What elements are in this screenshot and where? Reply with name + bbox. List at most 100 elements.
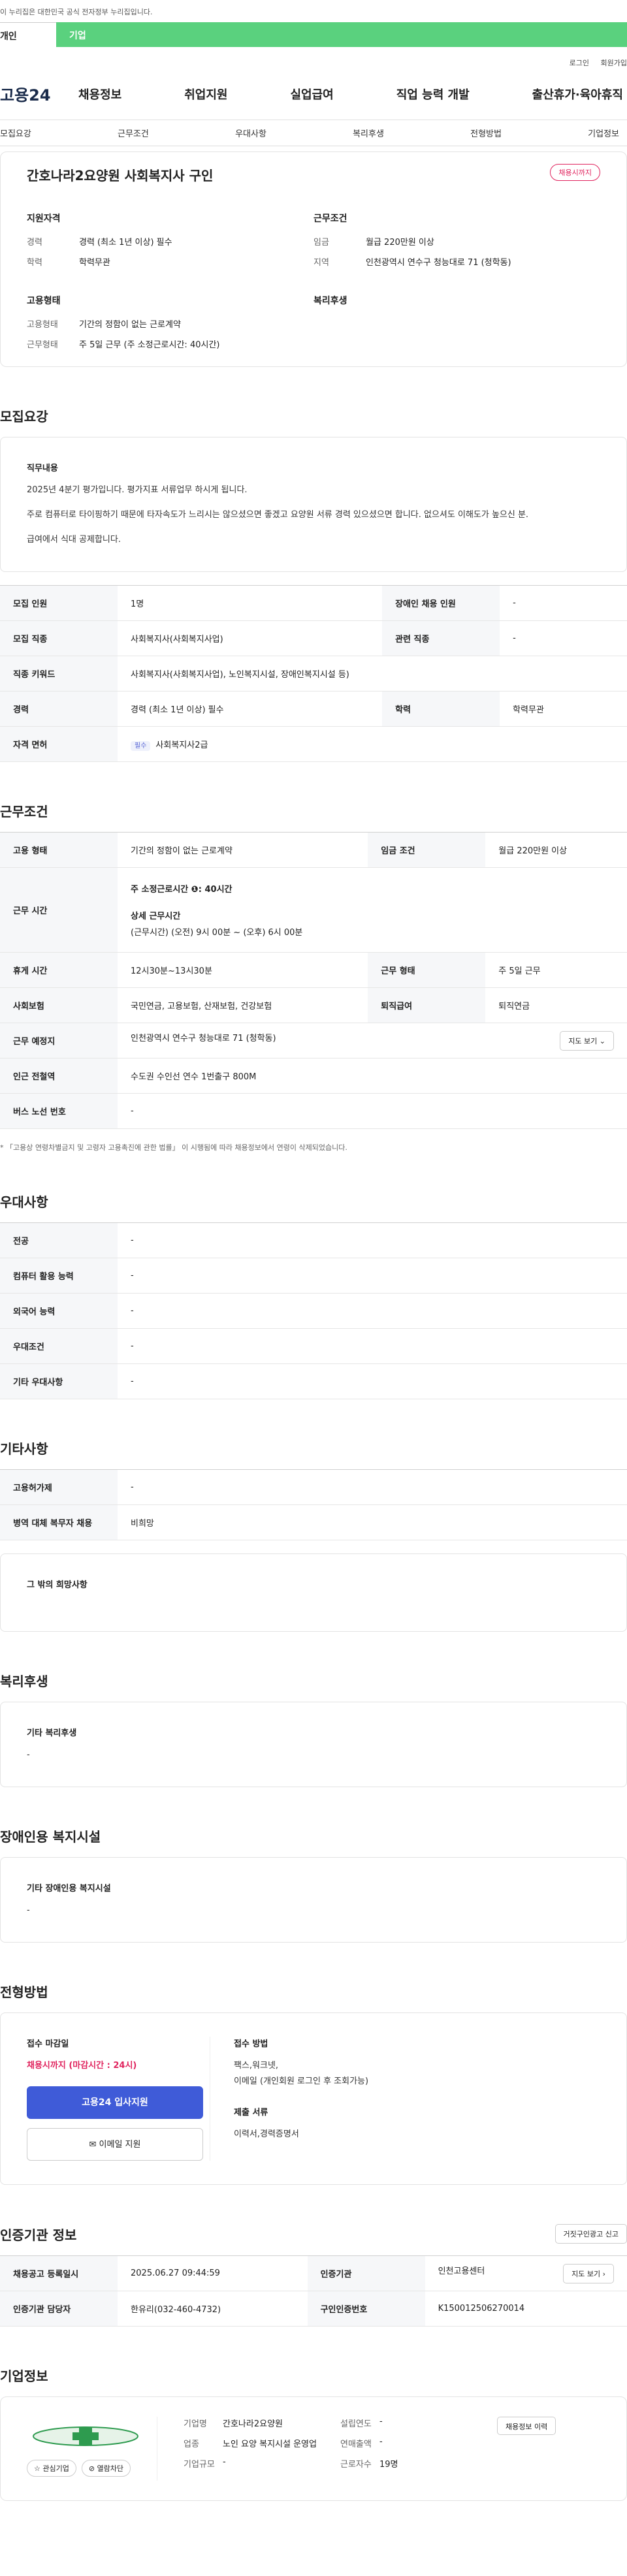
user-type-tabs: 개인 기업: [0, 22, 627, 47]
row-value: 월급 220만원 이상: [485, 832, 627, 868]
gnb-menu: 채용정보 취업지원 실업급여 직업 능력 개발 출산휴가·육아휴직: [78, 86, 627, 103]
row-label: 모집 직종: [0, 620, 118, 657]
deadline-value: 채용시까지 (마감시간 : 24시): [27, 2061, 137, 2071]
job-desc-line: 2025년 4분기 평가입니다. 평가지표 서류업무 하시게 됩니다.: [27, 485, 248, 495]
row-label: 버스 노선 번호: [0, 1093, 118, 1130]
row-value: -: [118, 1293, 627, 1329]
table-row: 고용 형태 기간의 정함이 없는 근로계약 임금 조건 월급 220만원 이상: [0, 832, 627, 868]
row-label: 사회보험: [0, 987, 118, 1024]
hours-detail-heading: 상세 근무시간: [131, 912, 181, 922]
welfare-value: -: [27, 1750, 30, 1760]
conditions-heading: 근무조건: [314, 214, 347, 224]
agency-table: 채용공고 등록일시 2025.06.27 09:44:59 인증기관 인천고용센터 지도…: [0, 2255, 627, 2327]
row-value: 사회복지사(사회복지사업), 노인복지시설, 장애인복지시설 등): [118, 656, 627, 692]
row-label: 장애인 채용 인원: [382, 585, 500, 622]
row-label: 인증기관 담당자: [0, 2291, 118, 2327]
tab-personal[interactable]: 개인: [0, 22, 56, 47]
report-button[interactable]: 거짓구인광고 신고: [555, 2224, 627, 2244]
row-label: 임금 조건: [368, 832, 486, 868]
work-form-value: 주 5일 근무 (주 소정근로시간: 40시간): [79, 340, 220, 350]
disabled-box: 기타 장애인용 복지시설 -: [0, 1857, 627, 1943]
table-row: 인증기관 담당자 한유리(032-460-4732) 구인인증번호 K15001250…: [0, 2291, 627, 2327]
gnb-item-jobs[interactable]: 채용정보: [78, 86, 121, 103]
signup-link[interactable]: 회원가입: [601, 59, 627, 67]
prefer-table: 전공 - 컴퓨터 활용 능력 - 외국어 능력 - 우대조건 - 기타 우대사항 -: [0, 1222, 627, 1400]
job-description-box: 직무내용 2025년 4분기 평가입니다. 평가지표 서류업무 하시게 됩니다.…: [0, 437, 627, 573]
anchor-recruit[interactable]: 모집요강: [0, 127, 31, 139]
row-label: 고용허가제: [0, 1469, 118, 1506]
site-logo[interactable]: 고용24: [0, 82, 78, 105]
table-row: 채용공고 등록일시 2025.06.27 09:44:59 인증기관 인천고용센터 지도…: [0, 2255, 627, 2292]
row-label: 인근 전철역: [0, 1058, 118, 1094]
anchor-welfare[interactable]: 복리후생: [353, 127, 384, 139]
welfare-box: 기타 복리후생 -: [0, 1702, 627, 1788]
gnb-item-training[interactable]: 직업 능력 개발: [396, 86, 470, 103]
login-link[interactable]: 로그인: [570, 59, 589, 67]
row-value: -: [118, 1093, 627, 1130]
emp-type-value: 기간의 정함이 없는 근로계약: [79, 320, 181, 330]
anchor-conditions[interactable]: 근무조건: [118, 127, 149, 139]
other-wishes-heading: 그 밖의 희망사항: [27, 1580, 88, 1591]
row-label: 휴게 시간: [0, 952, 118, 989]
gnb-item-employment[interactable]: 취업지원: [184, 86, 227, 103]
method-value-2: 이메일 (개인회원 로그인 후 조회가능): [234, 2076, 369, 2087]
gnb-item-parental[interactable]: 출산휴가·육아휴직: [532, 86, 623, 103]
anchor-company[interactable]: 기업정보: [588, 127, 619, 139]
welfare-title: 복리후생: [0, 1674, 48, 1690]
row-value: 사회복지사(사회복지사업): [118, 620, 383, 657]
row-value: 수도권 수인선 연수 1번출구 800M: [118, 1058, 627, 1094]
row-label: 기타 우대사항: [0, 1363, 118, 1400]
row-value: 퇴직연금: [485, 987, 627, 1024]
agency-header: 인증기관 정보 거짓구인광고 신고: [0, 2224, 627, 2244]
table-row: 휴게 시간 12시30분~13시30분 근무 형태 주 5일 근무: [0, 952, 627, 989]
util-links: 로그인 회원가입: [0, 47, 627, 68]
row-label: 전공: [0, 1222, 118, 1259]
row-label: 채용공고 등록일시: [0, 2255, 118, 2292]
employees-label: 근로자수: [340, 2460, 372, 2470]
license-value: 사회복지사2급: [155, 740, 208, 751]
welfare-heading: 복리후생: [314, 296, 347, 306]
docs-heading: 제출 서류: [234, 2108, 268, 2118]
anchor-prefer[interactable]: 우대사항: [235, 127, 266, 139]
job-desc-heading: 직무내용: [27, 464, 58, 473]
status-badge: 채용시까지: [550, 164, 600, 181]
table-row: 근무 시간 주 소정근로시간 ❶: 40시간 상세 근무시간 (근무시간) (오전) …: [0, 867, 627, 953]
industry-label: 업종: [184, 2440, 199, 2450]
method-value: 팩스,워크넷,: [234, 2061, 279, 2071]
agency-map-button[interactable]: 지도 보기 ›: [563, 2263, 614, 2283]
favorite-company-button[interactable]: ☆ 관심기업: [27, 2460, 76, 2477]
auth-value: 인천고용센터: [438, 2266, 485, 2276]
job-title: 간호나라2요양원 사회복지사 구인: [27, 168, 214, 183]
row-label: 인증기관: [307, 2255, 425, 2292]
sales-value: -: [379, 2437, 383, 2447]
map-button[interactable]: 지도 보기 ⌄: [560, 1030, 614, 1051]
tab-company[interactable]: 기업: [56, 22, 627, 47]
block-company-button[interactable]: ⊘ 열람차단: [81, 2460, 131, 2477]
wage-label: 임금: [314, 238, 329, 247]
row-value: 인천광역시 연수구 청능대로 71 (청학동) 지도 보기 ⌄: [118, 1023, 627, 1059]
email-apply-button[interactable]: ✉ 이메일 지원: [27, 2128, 203, 2161]
disabled-title: 장애인용 복지시설: [0, 1829, 101, 1845]
table-row: 직종 키워드 사회복지사(사회복지사업), 노인복지시설, 장애인복지시설 등): [0, 656, 627, 692]
apply-button[interactable]: 고용24 입사지원: [27, 2086, 203, 2120]
row-label: 구인인증번호: [307, 2291, 425, 2327]
row-value: 학력무관: [500, 691, 627, 727]
row-value: -: [118, 1222, 627, 1259]
gnb-item-unemployment[interactable]: 실업급여: [291, 86, 334, 103]
industry-value: 노인 요양 복지시설 운영업: [223, 2440, 317, 2450]
table-row: 병역 대체 복무자 채용 비희망: [0, 1504, 627, 1541]
table-row: 외국어 능력 -: [0, 1293, 627, 1329]
conditions-table: 고용 형태 기간의 정함이 없는 근로계약 임금 조건 월급 220만원 이상 근무 …: [0, 832, 627, 1130]
row-value: 인천고용센터 지도 보기 ›: [425, 2255, 627, 2292]
row-label: 우대조건: [0, 1328, 118, 1365]
region-value: 인천광역시 연수구 청능대로 71 (청학동): [366, 258, 511, 268]
size-label: 기업규모: [184, 2460, 215, 2470]
row-label: 학력: [382, 691, 500, 727]
etc-table: 고용허가제 - 병역 대체 복무자 채용 비희망: [0, 1469, 627, 1541]
row-value: -: [500, 620, 627, 657]
row-label: 외국어 능력: [0, 1293, 118, 1329]
prefer-title: 우대사항: [0, 1194, 48, 1211]
history-button[interactable]: 채용정보 이력: [497, 2417, 556, 2436]
anchor-process[interactable]: 전형방법: [470, 127, 502, 139]
anchor-tabs: 모집요강 근무조건 우대사항 복리후생 전형방법 기업정보: [0, 120, 627, 146]
